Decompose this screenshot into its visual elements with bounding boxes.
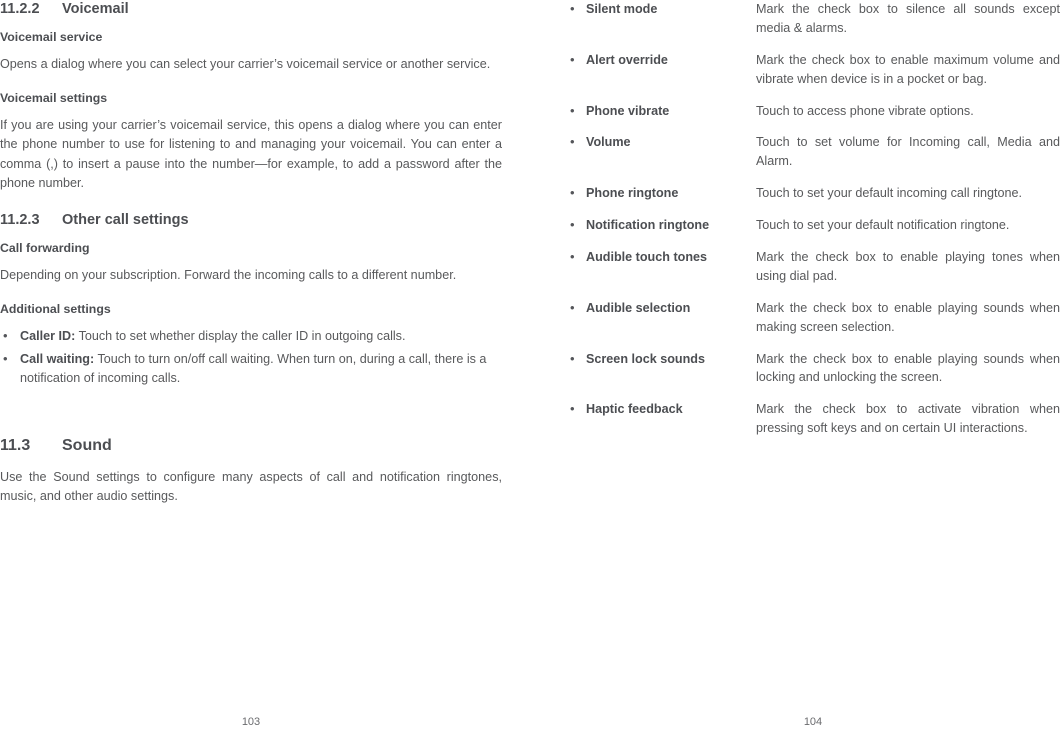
table-row: Volume Touch to set volume for Incoming … [563, 132, 1060, 184]
heading-11-2-3: 11.2.3 Other call settings [0, 211, 502, 229]
table-row: Haptic feedback Mark the check box to ac… [563, 399, 1060, 451]
page-spread: 11.2.2 Voicemail Voicemail service Opens … [0, 0, 1060, 731]
setting-term: Alert override [563, 50, 756, 102]
setting-term: Phone ringtone [563, 183, 756, 216]
subhead-voicemail-settings: Voicemail settings [0, 91, 108, 106]
page-left: 11.2.2 Voicemail Voicemail service Opens … [0, 0, 502, 731]
table-row: Audible touch tones Mark the check box t… [563, 247, 1060, 299]
heading-title: Voicemail [62, 1, 129, 17]
heading-number: 11.2.2 [0, 1, 40, 17]
heading-title: Sound [62, 436, 112, 454]
page-number-left: 103 [241, 716, 261, 728]
setting-description: Mark the check box to enable playing sou… [756, 300, 1060, 334]
page-right: Silent mode Mark the check box to silenc… [563, 0, 1060, 731]
subhead-additional-settings: Additional settings [0, 302, 111, 317]
table-row: Audible selection Mark the check box to … [563, 298, 1060, 350]
paragraph-voicemail-service: Opens a dialog where you can select your… [0, 57, 491, 72]
list-item-term: Call waiting: [20, 351, 95, 366]
setting-description: Touch to set your default notification r… [756, 218, 1010, 233]
subhead-call-forwarding: Call forwarding [0, 240, 90, 255]
setting-term: Silent mode [563, 0, 756, 51]
setting-description: Mark the check box to activate vibration… [756, 402, 1060, 436]
setting-description: Mark the check box to silence all sounds… [756, 2, 1060, 35]
heading-title: Other call settings [62, 211, 189, 228]
setting-description: Mark the check box to enable maximum vol… [756, 52, 1060, 86]
table-row: Screen lock sounds Mark the check box to… [563, 349, 1060, 401]
setting-term: Audible selection [563, 298, 756, 350]
setting-term: Notification ringtone [563, 215, 756, 248]
setting-description: Mark the check box to enable playing sou… [756, 351, 1060, 385]
heading-11-2-2: 11.2.2 Voicemail [0, 0, 502, 18]
heading-11-3: 11.3 Sound [0, 436, 502, 456]
paragraph-sound-intro: Use the Sound settings to configure many… [0, 469, 502, 503]
page-gutter [502, 0, 563, 731]
setting-term: Haptic feedback [563, 399, 756, 451]
heading-number: 11.3 [0, 436, 31, 454]
setting-term: Screen lock sounds [563, 349, 756, 401]
setting-term: Phone vibrate [563, 101, 756, 134]
page-number-right: 104 [803, 716, 823, 728]
list-item: Caller ID: Touch to set whether display … [0, 326, 502, 346]
setting-description: Touch to set volume for Incoming call, M… [756, 135, 1060, 169]
heading-number: 11.2.3 [0, 211, 40, 228]
setting-description: Mark the check box to enable playing ton… [756, 250, 1060, 283]
table-row: Alert override Mark the check box to ena… [563, 50, 1060, 102]
setting-term: Volume [563, 132, 756, 184]
setting-description: Touch to set your default incoming call … [756, 186, 1023, 201]
table-row: Notification ringtone Touch to set your … [563, 215, 1060, 248]
setting-description: Touch to access phone vibrate options. [756, 103, 974, 118]
list-item-term: Caller ID: [20, 329, 76, 344]
table-row: Phone ringtone Touch to set your default… [563, 183, 1060, 216]
paragraph-voicemail-settings: If you are using your carrier’s voicemai… [0, 118, 502, 190]
table-row: Phone vibrate Touch to access phone vibr… [563, 101, 1060, 134]
table-row: Silent mode Mark the check box to silenc… [563, 0, 1060, 51]
paragraph-call-forwarding: Depending on your subscription. Forward … [0, 267, 457, 282]
subhead-voicemail-service: Voicemail service [0, 30, 103, 45]
list-item: Call waiting: Touch to turn on/off call … [0, 349, 502, 388]
sound-settings-table: Silent mode Mark the check box to silenc… [563, 0, 1060, 451]
setting-term: Audible touch tones [563, 247, 756, 299]
list-item-text: Touch to set whether display the caller … [75, 329, 406, 344]
additional-settings-list: Caller ID: Touch to set whether display … [0, 326, 502, 388]
